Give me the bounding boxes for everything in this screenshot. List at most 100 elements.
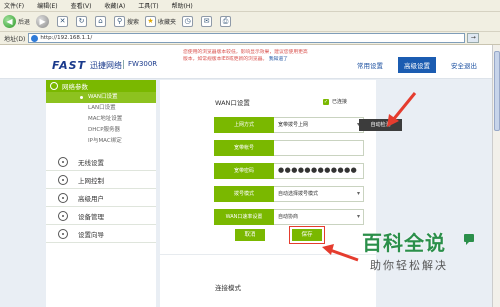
ie-page-icon	[31, 35, 39, 42]
save-button[interactable]: 保存	[292, 229, 322, 241]
nav-advanced-settings[interactable]: 高级设置	[398, 57, 436, 73]
sidebar-item-label: 上网控制	[78, 176, 104, 185]
brand-cn: 迅捷网络	[90, 61, 122, 70]
form-buttons: 取消 保存	[235, 229, 349, 241]
forward-arrow-icon: ▶	[36, 15, 50, 28]
watermark-title: 百科全说	[362, 231, 446, 255]
forward-button[interactable]: ▶	[36, 15, 51, 28]
sidebar-group-label: 网络参数	[62, 83, 88, 91]
access-control-icon	[58, 175, 68, 185]
account-label: 宽带帐号	[214, 140, 274, 156]
menu-file[interactable]: 文件(F)	[4, 1, 24, 10]
favorites-button[interactable]: ★ 收藏夹	[145, 16, 176, 27]
connection-status-text: 已连接	[332, 99, 348, 105]
search-label: 搜索	[127, 19, 140, 26]
wan-settings-panel: WAN口设置 ✓ 已连接 上网方式 宽带拨号上网 宽带帐号 宽带密码 ●●●●●…	[160, 80, 402, 307]
go-button[interactable]: →	[467, 33, 480, 43]
vertical-scrollbar[interactable]	[492, 45, 500, 307]
dial-mode-label: 拨号模式	[214, 186, 274, 202]
notice-text: 您使用的浏览器版本较低，影响显示效果，建议您使用更高版本，如常规版本IE8或更新…	[183, 50, 308, 62]
account-input[interactable]	[274, 140, 364, 156]
sidebar-item-label: 高级用户	[78, 194, 104, 203]
print-icon: ⎙	[220, 16, 232, 27]
connection-status: ✓ 已连接	[323, 98, 347, 105]
sidebar: 网络参数 WAN口设置 LAN口设置 MAC地址设置 DHCP服务器 IP与MA…	[46, 80, 156, 307]
sidebar-item-wireless[interactable]: 无线设置	[46, 153, 156, 171]
page-title: WAN口设置	[215, 99, 250, 107]
back-arrow-icon: ◀	[3, 15, 16, 28]
sidebar-item-label: 设置向导	[78, 230, 104, 239]
wan-speed-select[interactable]: 自动协商	[274, 209, 364, 225]
sidebar-sub-lan[interactable]: LAN口设置	[46, 103, 156, 114]
network-icon	[50, 82, 58, 90]
back-button[interactable]: ◀ 后退	[3, 15, 30, 28]
wizard-icon	[58, 229, 68, 239]
wan-form: 上网方式 宽带拨号上网 宽带帐号 宽带密码 ●●●●●●●●●●●● 拨号模式 …	[214, 117, 364, 232]
home-icon: ⌂	[95, 16, 107, 27]
address-input[interactable]: http://192.168.1.1/	[28, 33, 466, 43]
form-row-connection-type: 上网方式 宽带拨号上网	[214, 117, 364, 133]
arrow-to-auto-detect-icon	[387, 92, 417, 127]
sidebar-item-setup-wizard[interactable]: 设置向导	[46, 225, 156, 243]
watermark-subtitle: 助你轻松解决	[370, 259, 448, 272]
sidebar-item-label: 设备管理	[78, 212, 104, 221]
stop-button[interactable]: ✕	[57, 16, 70, 27]
stop-icon: ✕	[57, 16, 69, 27]
sidebar-group-network[interactable]: 网络参数	[46, 80, 156, 92]
mail-button[interactable]: ✉	[201, 16, 214, 27]
refresh-button[interactable]: ↻	[76, 16, 89, 27]
connection-type-select[interactable]: 宽带拨号上网	[274, 117, 364, 133]
sidebar-item-access-control[interactable]: 上网控制	[46, 171, 156, 189]
sidebar-item-device-management[interactable]: 设备管理	[46, 207, 156, 225]
form-row-account: 宽带帐号	[214, 140, 364, 156]
top-nav: 常用设置 高级设置 安全退出	[351, 57, 492, 73]
history-button[interactable]: ◷	[182, 16, 195, 27]
form-row-dial-mode: 拨号模式 自动选择拨号模式	[214, 186, 364, 202]
nav-logout[interactable]: 安全退出	[445, 57, 483, 73]
mail-icon: ✉	[201, 16, 213, 27]
menu-help[interactable]: 帮助(H)	[172, 1, 193, 10]
menu-favorites[interactable]: 收藏(A)	[104, 1, 125, 10]
home-button[interactable]: ⌂	[95, 16, 108, 27]
sidebar-sub-dhcp[interactable]: DHCP服务器	[46, 125, 156, 136]
search-icon: ⚲	[114, 16, 126, 27]
sidebar-sub-wan[interactable]: WAN口设置	[46, 92, 156, 103]
connection-mode-title: 连接模式	[215, 284, 241, 292]
nav-common-settings[interactable]: 常用设置	[351, 57, 389, 73]
form-row-password: 宽带密码 ●●●●●●●●●●●●	[214, 163, 364, 179]
device-icon	[58, 211, 68, 221]
check-icon: ✓	[323, 98, 329, 105]
star-icon: ★	[145, 16, 157, 27]
favorites-label: 收藏夹	[158, 19, 177, 26]
browser-notice: 您使用的浏览器版本较低，影响显示效果，建议您使用更高版本，如常规版本IE8或更新…	[183, 50, 308, 63]
arrow-to-save-icon	[322, 244, 359, 262]
notice-dismiss-link[interactable]: 我知道了	[269, 57, 288, 62]
back-label: 后退	[18, 19, 31, 26]
search-button[interactable]: ⚲ 搜索	[114, 16, 139, 27]
scrollbar-thumb[interactable]	[494, 51, 500, 131]
logo-divider	[123, 60, 124, 69]
refresh-icon: ↻	[76, 16, 88, 27]
menu-view[interactable]: 查看(V)	[71, 1, 92, 10]
history-icon: ◷	[182, 16, 194, 27]
print-button[interactable]: ⎙	[220, 16, 233, 27]
watermark: 百科全说 助你轻松解决	[362, 231, 474, 287]
password-input[interactable]: ●●●●●●●●●●●●	[274, 163, 364, 179]
menu-tools[interactable]: 工具(T)	[138, 1, 158, 10]
sidebar-item-advanced-user[interactable]: 高级用户	[46, 189, 156, 207]
connection-type-label: 上网方式	[214, 117, 274, 133]
router-model: FW300R	[128, 60, 158, 68]
wireless-icon	[58, 157, 68, 167]
dial-mode-select[interactable]: 自动选择拨号模式	[274, 186, 364, 202]
sidebar-sub-mac[interactable]: MAC地址设置	[46, 114, 156, 125]
menu-edit[interactable]: 编辑(E)	[37, 1, 57, 10]
form-row-wan-speed: WAN口速率设置 自动协商	[214, 209, 364, 225]
sidebar-item-label: 无线设置	[78, 158, 104, 167]
chat-bubble-icon	[464, 234, 474, 245]
browser-menubar: 文件(F) 编辑(E) 查看(V) 收藏(A) 工具(T) 帮助(H)	[0, 0, 500, 12]
address-bar: 地址(D) http://192.168.1.1/ →	[0, 32, 500, 45]
brand-logo: FAST	[52, 59, 87, 72]
user-icon	[58, 193, 68, 203]
sidebar-sub-ipmac[interactable]: IP与MAC绑定	[46, 136, 156, 147]
cancel-button[interactable]: 取消	[235, 229, 265, 241]
